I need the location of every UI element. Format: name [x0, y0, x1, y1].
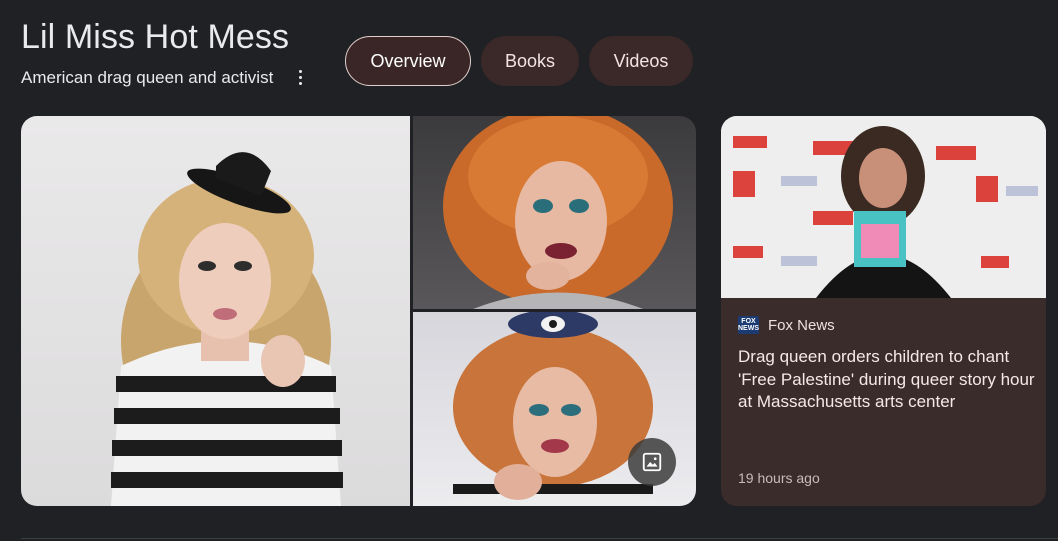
news-source: FOX NEWS Fox News — [738, 316, 835, 334]
image-icon — [642, 452, 662, 472]
entity-title: Lil Miss Hot Mess — [21, 18, 290, 56]
gallery-image-top-right[interactable] — [413, 116, 696, 309]
news-photo-illustration — [721, 116, 1046, 298]
tab-overview[interactable]: Overview — [345, 36, 471, 86]
news-source-name: Fox News — [768, 316, 835, 334]
news-thumbnail — [721, 116, 1046, 298]
fox-news-logo-icon: FOX NEWS — [738, 316, 759, 334]
portrait-illustration — [443, 116, 673, 309]
gallery-image-main[interactable] — [21, 116, 410, 506]
tab-videos[interactable]: Videos — [589, 36, 693, 86]
gallery-image-bottom-right[interactable] — [413, 312, 696, 506]
news-card[interactable]: FOX NEWS Fox News Drag queen orders chil… — [721, 116, 1046, 506]
section-divider — [21, 538, 1058, 539]
portrait-illustration — [111, 152, 343, 506]
news-headline[interactable]: Drag queen orders children to chant 'Fre… — [738, 346, 1038, 414]
more-images-button[interactable] — [628, 438, 676, 486]
tab-books[interactable]: Books — [481, 36, 579, 86]
entity-subtitle: American drag queen and activist — [21, 68, 274, 87]
more-options-icon[interactable] — [292, 66, 308, 88]
news-timestamp: 19 hours ago — [738, 470, 820, 486]
image-gallery — [21, 116, 696, 506]
